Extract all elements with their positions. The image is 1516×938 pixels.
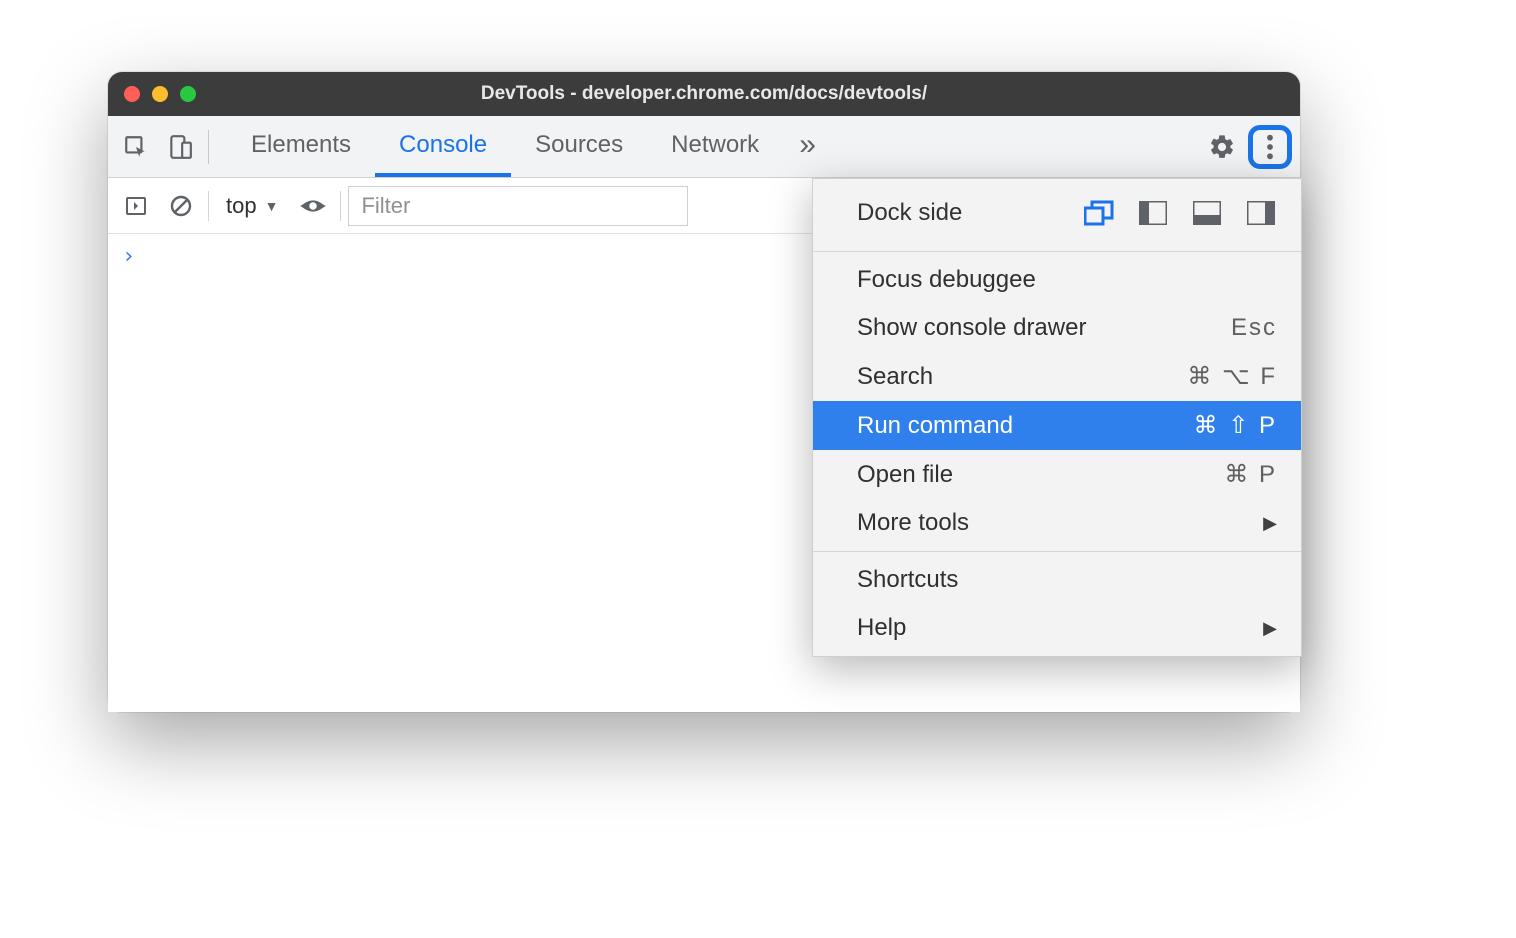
window-title: DevTools - developer.chrome.com/docs/dev… [108, 83, 1300, 105]
dock-side-row: Dock side [813, 183, 1301, 247]
settings-button[interactable] [1200, 125, 1244, 169]
separator [208, 191, 209, 221]
menu-show-console-drawer[interactable]: Show console drawer Esc [813, 304, 1301, 352]
menu-run-command[interactable]: Run command ⌘ ⇧ P [813, 401, 1301, 450]
tab-list: Elements Console Sources Network » [227, 116, 832, 177]
filter-input[interactable] [348, 186, 688, 226]
toggle-sidebar-icon[interactable] [116, 186, 156, 226]
dock-side-label: Dock side [857, 199, 1063, 227]
menu-focus-debuggee[interactable]: Focus debuggee [813, 256, 1301, 304]
menu-more-tools[interactable]: More tools ▶ [813, 499, 1301, 547]
more-tabs-button[interactable]: » [783, 116, 832, 177]
main-toolbar: Elements Console Sources Network » [108, 116, 1300, 178]
separator [340, 191, 341, 221]
dock-right-icon[interactable] [1245, 199, 1277, 227]
separator [208, 130, 209, 164]
more-options-button[interactable] [1248, 125, 1292, 169]
device-toggle-icon[interactable] [158, 125, 202, 169]
context-selector[interactable]: top ▼ [216, 193, 288, 219]
menu-search[interactable]: Search ⌘ ⌥ F [813, 352, 1301, 401]
inspect-element-icon[interactable] [114, 125, 158, 169]
titlebar: DevTools - developer.chrome.com/docs/dev… [108, 72, 1300, 116]
dock-bottom-icon[interactable] [1191, 199, 1223, 227]
dock-undock-icon[interactable] [1083, 199, 1115, 227]
options-menu: Dock side [812, 178, 1302, 657]
dock-left-icon[interactable] [1137, 199, 1169, 227]
tab-network[interactable]: Network [647, 116, 783, 177]
close-window-button[interactable] [124, 86, 140, 102]
menu-shortcuts[interactable]: Shortcuts [813, 556, 1301, 604]
submenu-arrow-icon: ▶ [1263, 513, 1277, 534]
tab-elements[interactable]: Elements [227, 116, 375, 177]
maximize-window-button[interactable] [180, 86, 196, 102]
live-expression-icon[interactable] [293, 186, 333, 226]
menu-open-file[interactable]: Open file ⌘ P [813, 450, 1301, 499]
clear-console-icon[interactable] [161, 186, 201, 226]
tab-sources[interactable]: Sources [511, 116, 647, 177]
context-label: top [226, 193, 257, 219]
minimize-window-button[interactable] [152, 86, 168, 102]
submenu-arrow-icon: ▶ [1263, 618, 1277, 639]
dropdown-triangle-icon: ▼ [265, 198, 279, 214]
menu-help[interactable]: Help ▶ [813, 604, 1301, 652]
tab-console[interactable]: Console [375, 116, 511, 177]
